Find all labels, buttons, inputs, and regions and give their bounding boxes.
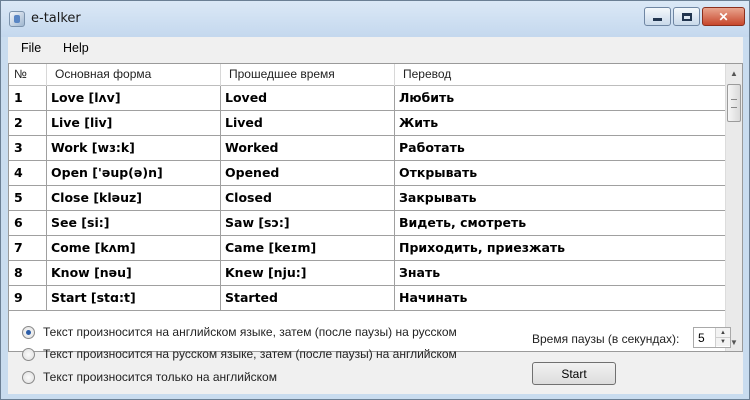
table-row[interactable]: 2 Live [liv] Lived Жить bbox=[9, 111, 725, 136]
radio-label: Текст произносится на английском языке, … bbox=[43, 325, 457, 339]
cell-base-form[interactable]: Live [liv] bbox=[47, 111, 221, 136]
start-button[interactable]: Start bbox=[532, 362, 616, 385]
cell-number[interactable]: 3 bbox=[9, 136, 47, 161]
header-base-form[interactable]: Основная форма bbox=[47, 64, 221, 86]
cell-translation[interactable]: Любить bbox=[395, 86, 725, 111]
cell-translation[interactable]: Открывать bbox=[395, 161, 725, 186]
radio-button[interactable] bbox=[22, 347, 35, 361]
cell-base-form[interactable]: Work [wɜ:k] bbox=[47, 136, 221, 161]
stepper-down-icon[interactable]: ▼ bbox=[716, 337, 730, 346]
menu-bar: File Help bbox=[8, 37, 743, 59]
menu-file[interactable]: File bbox=[21, 41, 41, 55]
window-title: e-talker bbox=[31, 11, 81, 26]
radio-label: Текст произносится на русском языке, зат… bbox=[43, 347, 457, 361]
pause-stepper[interactable]: 5 ▲ ▼ bbox=[693, 327, 731, 348]
stepper-buttons: ▲ ▼ bbox=[715, 328, 730, 347]
cell-number[interactable]: 5 bbox=[9, 186, 47, 211]
cell-number[interactable]: 8 bbox=[9, 261, 47, 286]
cell-translation[interactable]: Видеть, смотреть bbox=[395, 211, 725, 236]
table-row[interactable]: 7 Come [kʌm] Came [keɪm] Приходить, приезжа… bbox=[9, 236, 725, 261]
cell-past-tense[interactable]: Lived bbox=[221, 111, 395, 136]
cell-past-tense[interactable]: Loved bbox=[221, 86, 395, 111]
cell-translation[interactable]: Приходить, приезжать bbox=[395, 236, 725, 261]
table-row[interactable]: 3 Work [wɜ:k] Worked Работать bbox=[9, 136, 725, 161]
cell-number[interactable]: 4 bbox=[9, 161, 47, 186]
radio-label: Текст произносится только на английском bbox=[43, 370, 277, 384]
table-row[interactable]: 9 Start [stɑ:t] Started Начинать bbox=[9, 286, 725, 311]
table-header: № Основная форма Прошедшее время Перевод bbox=[9, 64, 725, 86]
cell-past-tense[interactable]: Worked bbox=[221, 136, 395, 161]
cell-past-tense[interactable]: Knew [nju:] bbox=[221, 261, 395, 286]
vertical-scrollbar[interactable]: ▲ ▼ bbox=[725, 64, 742, 351]
cell-number[interactable]: 7 bbox=[9, 236, 47, 261]
cell-past-tense[interactable]: Closed bbox=[221, 186, 395, 211]
maximize-icon bbox=[674, 8, 699, 25]
cell-number[interactable]: 6 bbox=[9, 211, 47, 236]
table-row[interactable]: 4 Open ['əup(ə)n] Opened Открывать bbox=[9, 161, 725, 186]
cell-base-form[interactable]: See [si:] bbox=[47, 211, 221, 236]
cell-base-form[interactable]: Love [lʌv] bbox=[47, 86, 221, 111]
table-row[interactable]: 5 Close [kləuz] Closed Закрывать bbox=[9, 186, 725, 211]
maximize-button[interactable] bbox=[673, 7, 700, 26]
word-table[interactable]: № Основная форма Прошедшее время Перевод… bbox=[8, 63, 743, 352]
cell-translation[interactable]: Жить bbox=[395, 111, 725, 136]
minimize-button[interactable] bbox=[644, 7, 671, 26]
header-past-tense[interactable]: Прошедшее время bbox=[221, 64, 395, 86]
cell-past-tense[interactable]: Opened bbox=[221, 161, 395, 186]
header-number[interactable]: № bbox=[9, 64, 47, 86]
cell-number[interactable]: 9 bbox=[9, 286, 47, 311]
cell-number[interactable]: 2 bbox=[9, 111, 47, 136]
radio-option-en-only[interactable]: Текст произносится только на английском bbox=[22, 370, 277, 384]
pause-label: Время паузы (в секундах): bbox=[532, 332, 680, 346]
radio-option-ru-then-en[interactable]: Текст произносится на русском языке, зат… bbox=[22, 347, 457, 361]
cell-base-form[interactable]: Start [stɑ:t] bbox=[47, 286, 221, 311]
client-area: File Help № Основная форма Прошедшее вре… bbox=[8, 37, 743, 394]
app-icon bbox=[9, 11, 25, 27]
table-row[interactable]: 8 Know [nəu] Knew [nju:] Знать bbox=[9, 261, 725, 286]
app-window: e-talker ✕ File Help № Основная форма Пр… bbox=[0, 0, 750, 400]
cell-base-form[interactable]: Open ['əup(ə)n] bbox=[47, 161, 221, 186]
title-bar[interactable]: e-talker ✕ bbox=[1, 1, 749, 37]
cell-base-form[interactable]: Know [nəu] bbox=[47, 261, 221, 286]
cell-past-tense[interactable]: Started bbox=[221, 286, 395, 311]
header-translation[interactable]: Перевод bbox=[395, 64, 725, 86]
minimize-icon bbox=[645, 8, 670, 25]
cell-number[interactable]: 1 bbox=[9, 86, 47, 111]
menu-help[interactable]: Help bbox=[63, 41, 89, 55]
scroll-up-icon[interactable]: ▲ bbox=[726, 65, 742, 81]
table-row[interactable]: 6 See [si:] Saw [sɔ:] Видеть, смотреть bbox=[9, 211, 725, 236]
cell-past-tense[interactable]: Saw [sɔ:] bbox=[221, 211, 395, 236]
cell-base-form[interactable]: Close [kləuz] bbox=[47, 186, 221, 211]
close-button[interactable]: ✕ bbox=[702, 7, 745, 26]
cell-translation[interactable]: Закрывать bbox=[395, 186, 725, 211]
caption-buttons: ✕ bbox=[644, 7, 745, 26]
radio-option-en-then-ru[interactable]: Текст произносится на английском языке, … bbox=[22, 325, 457, 339]
cell-base-form[interactable]: Come [kʌm] bbox=[47, 236, 221, 261]
cell-past-tense[interactable]: Came [keɪm] bbox=[221, 236, 395, 261]
stepper-up-icon[interactable]: ▲ bbox=[716, 328, 730, 337]
table-row[interactable]: 1 Love [lʌv] Loved Любить bbox=[9, 86, 725, 111]
cell-translation[interactable]: Знать bbox=[395, 261, 725, 286]
cell-translation[interactable]: Работать bbox=[395, 136, 725, 161]
table-body: 1 Love [lʌv] Loved Любить 2 Live [liv] Lived Жи… bbox=[9, 86, 725, 351]
radio-button[interactable] bbox=[22, 325, 35, 339]
pause-value[interactable]: 5 bbox=[698, 331, 705, 345]
scroll-thumb[interactable] bbox=[727, 84, 741, 122]
close-icon: ✕ bbox=[718, 9, 729, 24]
cell-translation[interactable]: Начинать bbox=[395, 286, 725, 311]
radio-button[interactable] bbox=[22, 370, 35, 384]
